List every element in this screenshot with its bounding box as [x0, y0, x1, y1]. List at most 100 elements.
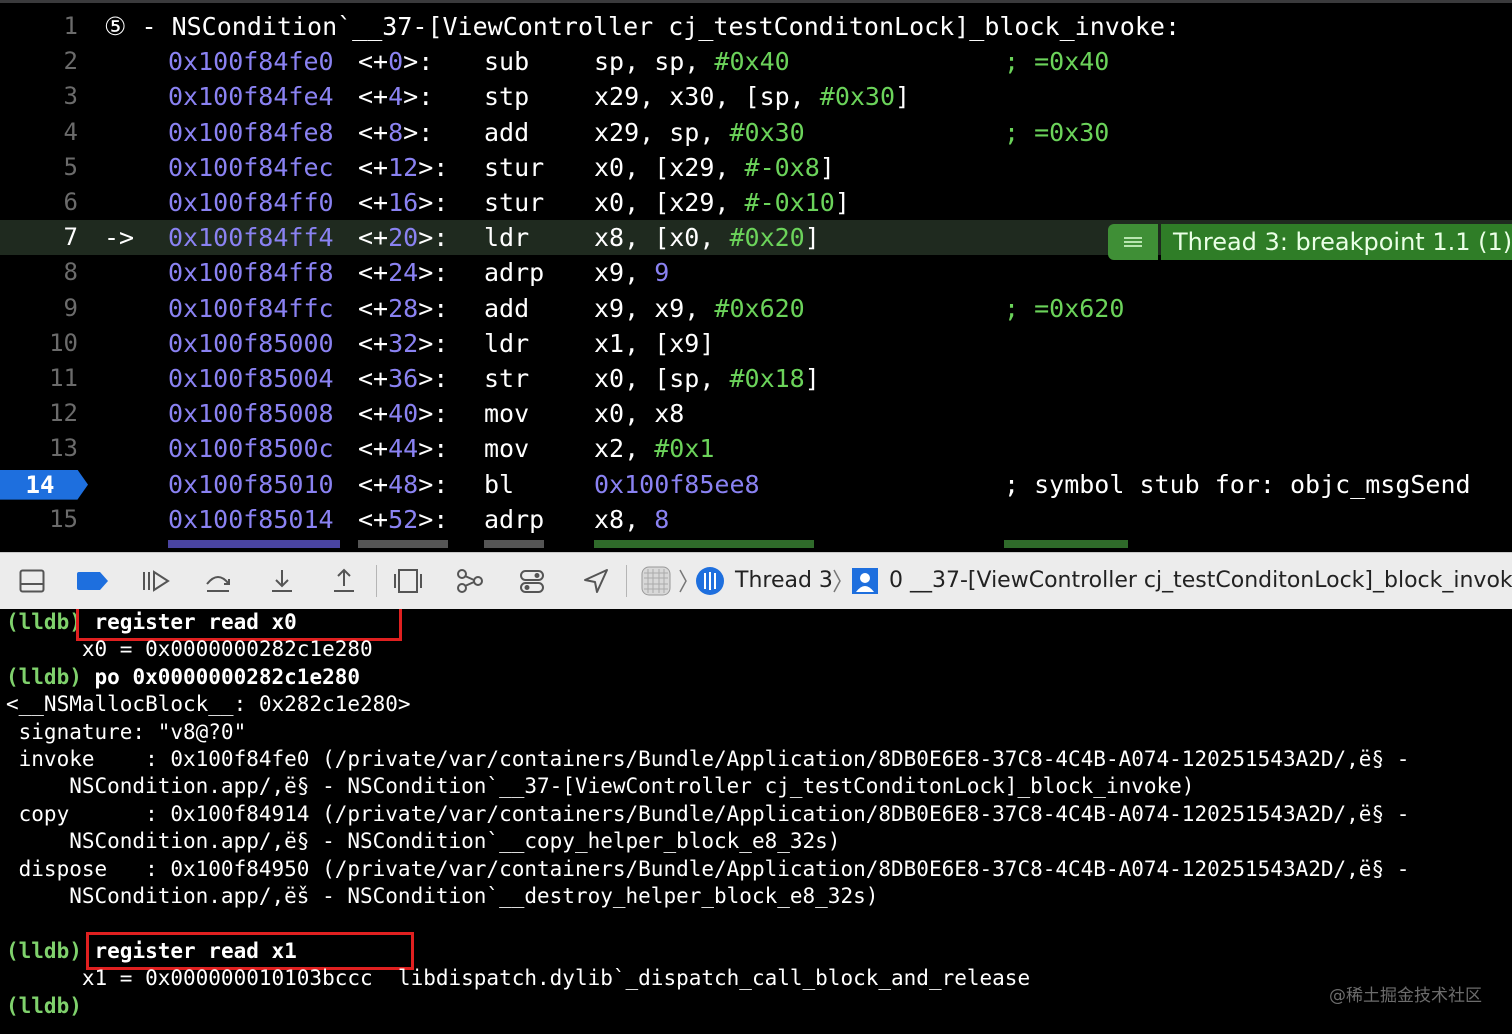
line-number: 7 [63, 223, 78, 252]
partial-opcode [484, 540, 544, 552]
instruction-address: 0x100f84ffc [168, 293, 334, 323]
partial-comment [1004, 540, 1128, 552]
instruction-offset: <+8>: [358, 117, 434, 147]
instruction-address: 0x100f8500c [168, 434, 334, 464]
line-number: 4 [63, 117, 78, 146]
disassembly-view: 1 ⑤ - NSCondition`__37-[ViewController cj… [0, 0, 1512, 552]
debug-bar: Thread 3 0 __37-[ViewController cj_testC… [0, 552, 1512, 610]
partial-args [594, 540, 814, 552]
console-output-line: copy : 0x100f84914 (/private/var/contain… [6, 801, 1410, 826]
opcode: ldr [484, 223, 530, 253]
opcode: adrp [484, 504, 545, 534]
line-number: 13 [49, 434, 78, 463]
highlight-box [86, 931, 414, 970]
instruction-address: 0x100f85014 [168, 504, 334, 534]
operands: x0, [x29, #-0x10] [594, 188, 850, 217]
opcode: stur [484, 152, 545, 182]
toolbar-divider [376, 565, 377, 597]
environment-overrides-icon[interactable] [512, 553, 552, 609]
step-out-icon[interactable] [324, 553, 364, 609]
lldb-prompt: (lldb) [6, 610, 82, 634]
line-number: 1 [63, 12, 78, 40]
console-output-line: dispose : 0x100f84950 (/private/var/cont… [6, 856, 1410, 881]
instruction-address: 0x100f84fe4 [168, 82, 334, 112]
disassembly-line[interactable]: 3 0x100f84fe4 <+4>: stp x29, x30, [sp, #0x30… [0, 79, 1512, 114]
memory-graph-icon[interactable] [450, 553, 490, 609]
simulate-location-icon[interactable] [576, 553, 616, 609]
disassembly-line[interactable]: 9 0x100f84ffc <+28>: add x9, x9, #0x620 ; =0x… [0, 291, 1512, 326]
lldb-prompt: (lldb) [6, 993, 82, 1018]
view-hierarchy-icon[interactable] [388, 553, 428, 609]
operands: x1, [x9] [594, 328, 715, 358]
app-target-icon[interactable] [638, 553, 674, 609]
disassembly-line[interactable]: 14 0x100f85010 <+48>: bl 0x100f85ee8 ; symbol… [0, 467, 1512, 502]
disassembly-line[interactable]: 8 0x100f84ff8 <+24>: adrp x9, 9 [0, 255, 1512, 290]
opcode: mov [484, 399, 530, 429]
instruction-address: 0x100f84fec [168, 152, 334, 182]
disassembly-top-border [0, 0, 1512, 3]
disassembly-line[interactable]: 15 0x100f85014 <+52>: adrp x8, 8 [0, 502, 1512, 537]
step-into-icon[interactable] [262, 553, 302, 609]
instruction-offset: <+44>: [358, 434, 449, 464]
partial-address [168, 540, 340, 552]
console-output-line: NSCondition.app/,ëš - NSCondition`__dest… [6, 884, 879, 908]
instruction-offset: <+0>: [358, 47, 434, 77]
lldb-console[interactable]: (lldb) register read x0 x0 = 0x000000028… [0, 609, 1512, 1034]
line-number: 15 [49, 504, 78, 533]
instruction-offset: <+40>: [358, 399, 449, 429]
partial-offset [358, 540, 448, 552]
disassembly-line[interactable]: 5 0x100f84fec <+12>: stur x0, [x29, #-0x8] [0, 150, 1512, 185]
breakpoint-marker[interactable]: 14 [0, 469, 88, 500]
lldb-command: po 0x0000000282c1e280 [94, 664, 361, 689]
operands: x0, [x29, #-0x8] [594, 152, 835, 182]
console-output-line: x1 = 0x000000010103bccc libdispatch.dyli… [6, 966, 1031, 991]
disassembly-line[interactable]: 10 0x100f85000 <+32>: ldr x1, [x9] [0, 326, 1512, 361]
line-number: 9 [63, 293, 78, 322]
instruction-address: 0x100f84ff4 [168, 223, 334, 253]
line-number: 10 [49, 328, 78, 357]
instruction-offset: <+24>: [358, 258, 449, 288]
operands: x9, x9, #0x620 [594, 293, 805, 323]
line-number: 12 [49, 399, 78, 428]
operands: x29, sp, #0x30 [594, 117, 805, 147]
instruction-offset: <+16>: [358, 188, 449, 217]
disassembly-line[interactable]: 2 0x100f84fe0 <+0>: sub sp, sp, #0x40 ; =0x40 [0, 44, 1512, 79]
breakpoint-annotation[interactable]: Thread 3: breakpoint 1.1 (1) [1108, 224, 1512, 260]
opcode: sub [484, 47, 530, 77]
instruction-address: 0x100f85000 [168, 328, 334, 358]
opcode: add [484, 293, 530, 323]
thread-icon[interactable] [694, 553, 726, 609]
chevron-right-icon [830, 553, 844, 609]
opcode: bl [484, 469, 515, 499]
thread-breadcrumb[interactable]: Thread 3 [735, 553, 833, 609]
instruction-offset: <+52>: [358, 504, 449, 534]
lldb-prompt: (lldb) [6, 664, 82, 689]
disassembly-line[interactable]: 4 0x100f84fe8 <+8>: add x29, sp, #0x30 ; =0x3… [0, 115, 1512, 150]
console-command-line: (lldb) [6, 993, 95, 1020]
console-output-line: x0 = 0x0000000282c1e280 [6, 637, 373, 662]
line-number: 6 [63, 188, 78, 216]
console-output-line: invoke : 0x100f84fe0 (/private/var/conta… [6, 747, 1410, 771]
console-output-line: NSCondition.app/,ë§ - NSCondition`__copy… [6, 829, 841, 854]
disassembly-line[interactable]: 13 0x100f8500c <+44>: mov x2, #0x1 [0, 431, 1512, 466]
frame-breadcrumb[interactable]: 0 __37-[ViewController cj_testConditonLo… [889, 553, 1512, 609]
operands: 0x100f85ee8 [594, 469, 760, 499]
instruction-comment: ; =0x30 [1004, 117, 1110, 147]
disassembly-line[interactable]: 12 0x100f85008 <+40>: mov x0, x8 [0, 396, 1512, 431]
instruction-address: 0x100f84fe0 [168, 47, 334, 77]
continue-icon[interactable] [136, 553, 176, 609]
disassembly-line[interactable]: 11 0x100f85004 <+36>: str x0, [sp, #0x18] [0, 361, 1512, 396]
watermark: @稀土掘金技术社区 [1329, 986, 1482, 1006]
annotation-menu-icon[interactable] [1108, 224, 1158, 260]
breakpoints-toggle-icon[interactable] [72, 553, 114, 609]
instruction-comment: ; =0x40 [1004, 47, 1110, 77]
console-command-line: (lldb) po 0x0000000282c1e280 [6, 664, 360, 691]
instruction-address: 0x100f84ff8 [168, 258, 334, 288]
step-over-icon[interactable] [198, 553, 238, 609]
operands: x0, [sp, #0x18] [594, 364, 820, 393]
user-frame-icon[interactable] [850, 553, 880, 609]
hide-debug-area-icon[interactable] [12, 553, 52, 609]
disassembly-line[interactable]: 6 0x100f84ff0 <+16>: stur x0, [x29, #-0x10] [0, 185, 1512, 220]
instruction-offset: <+28>: [358, 293, 449, 323]
instruction-offset: <+4>: [358, 82, 434, 112]
